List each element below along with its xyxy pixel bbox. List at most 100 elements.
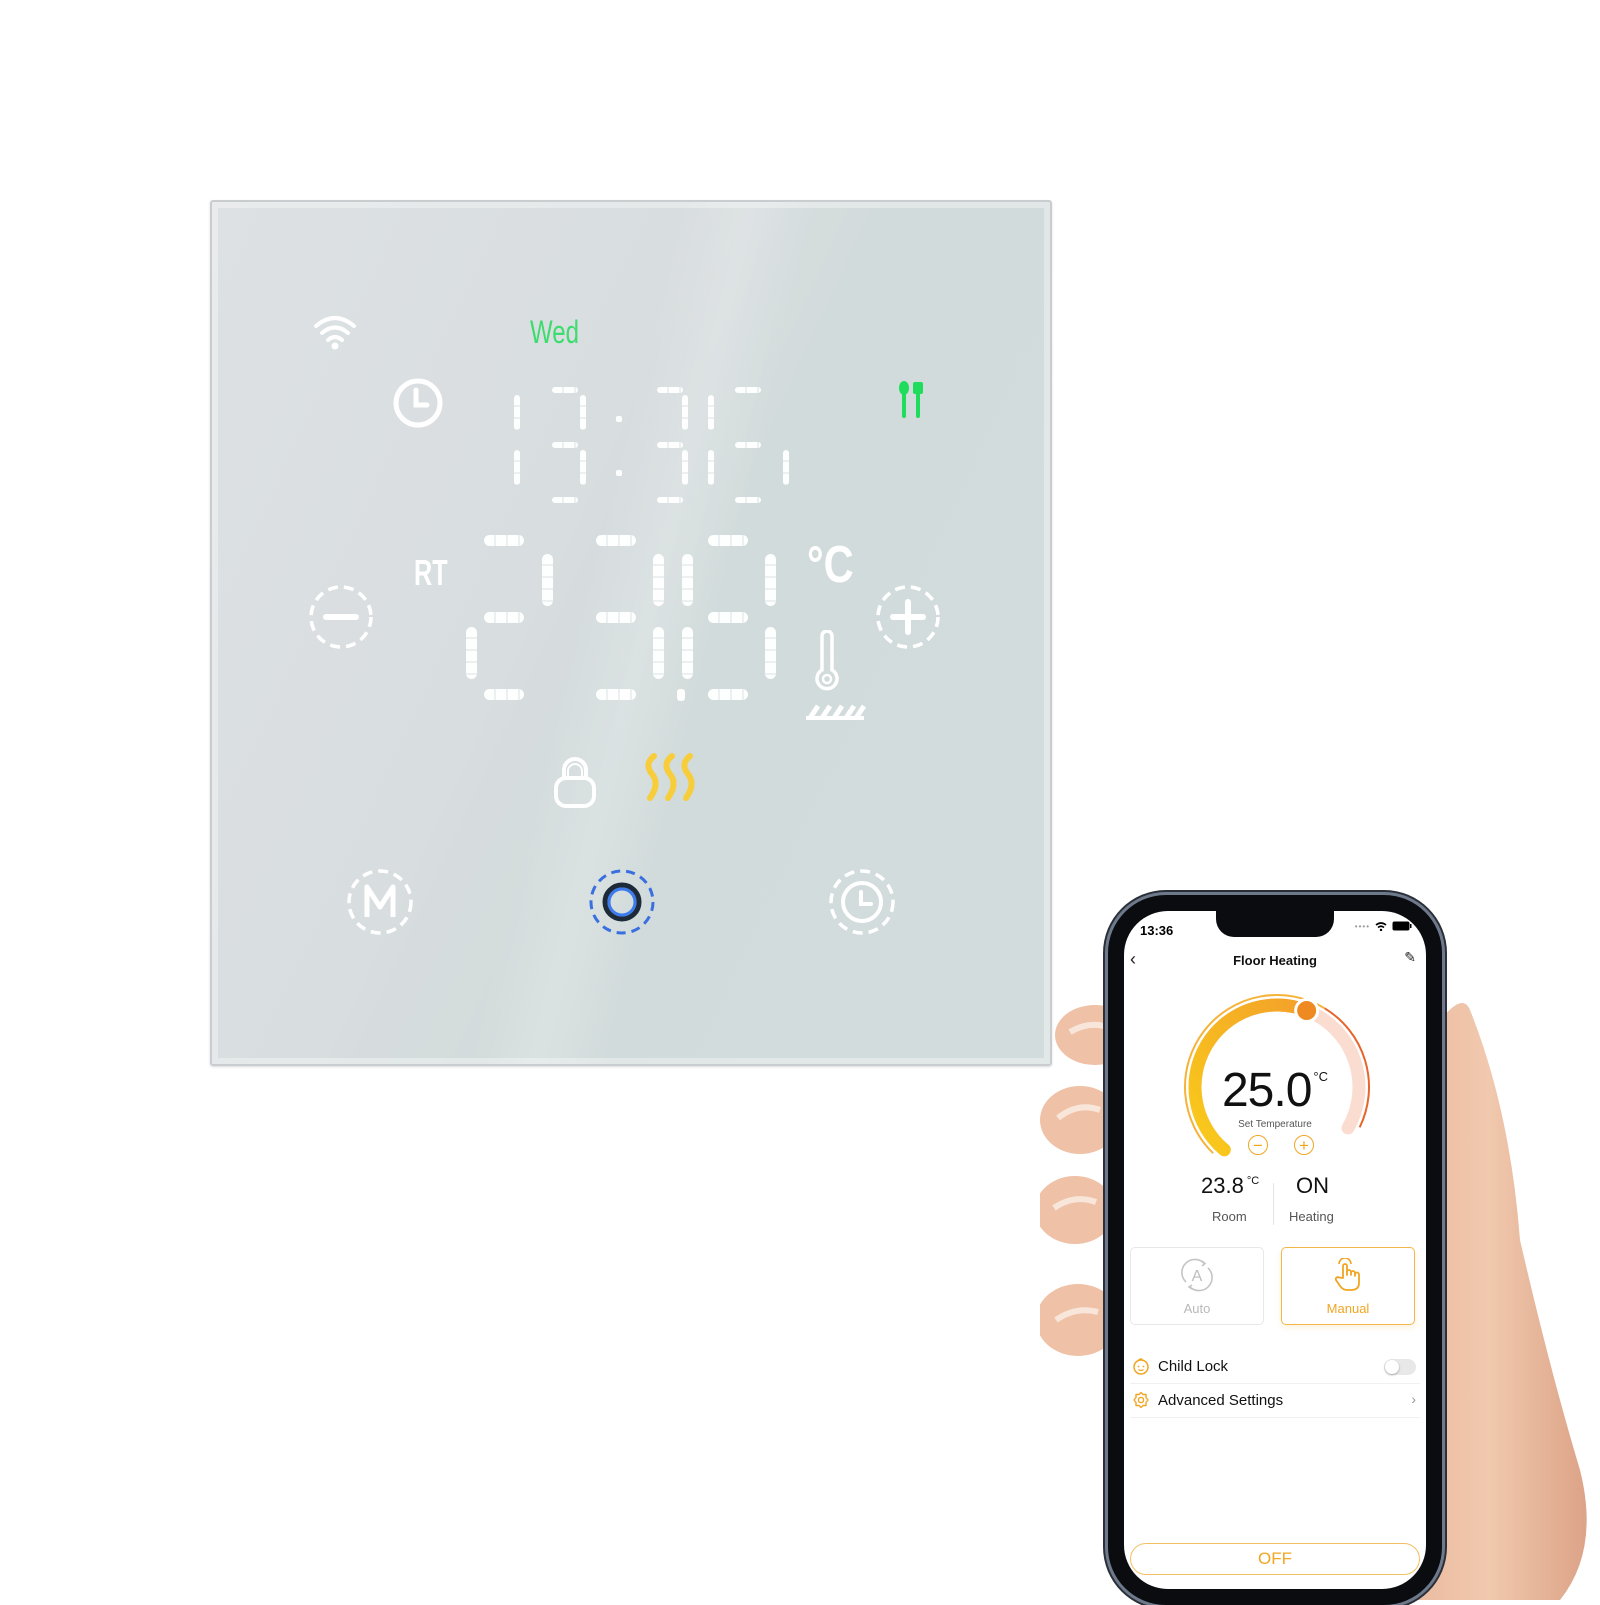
battery-icon — [1392, 921, 1412, 931]
chevron-right-icon: › — [1411, 1391, 1416, 1407]
segment — [735, 497, 761, 503]
child-lock-row: Child Lock — [1130, 1351, 1420, 1384]
decrease-button[interactable]: − — [1248, 1135, 1268, 1155]
toggle-knob — [1385, 1360, 1399, 1374]
mode-m-icon — [347, 869, 413, 935]
segment — [708, 612, 748, 623]
segment — [657, 442, 683, 448]
auto-mode-icon: A — [1181, 1258, 1213, 1292]
power-off-button[interactable]: OFF — [1130, 1543, 1420, 1575]
hand-pointer-icon — [1334, 1258, 1360, 1291]
plus-icon — [876, 585, 940, 649]
set-temperature-number: 25.0 — [1221, 1064, 1312, 1117]
set-temperature-unit: °C — [1313, 1069, 1328, 1084]
segment — [596, 689, 636, 700]
segment — [484, 689, 524, 700]
mode-manual-button[interactable]: Manual — [1281, 1247, 1415, 1325]
heating-label: Heating — [1289, 1209, 1334, 1224]
lock-icon — [554, 757, 596, 808]
heating-status-value: ON — [1296, 1173, 1329, 1198]
segment — [514, 450, 520, 485]
schedule-clock-icon — [829, 869, 895, 935]
segment — [580, 450, 586, 485]
room-temperature-value: 23.8 °C — [1201, 1173, 1259, 1199]
status-icons: •••• — [1355, 921, 1412, 931]
dial-knob[interactable] — [1294, 998, 1320, 1024]
mode-auto-label: Auto — [1183, 1301, 1211, 1316]
segment — [682, 627, 693, 679]
advanced-settings-row[interactable]: Advanced Settings › — [1130, 1385, 1420, 1418]
temp-unit: °C — [807, 536, 854, 594]
segment — [552, 442, 578, 448]
segment — [552, 387, 578, 393]
segment — [653, 627, 664, 679]
smartphone: 13:36 •••• ‹ Floor Heating ✎ 25.0 °C Set… — [1108, 895, 1442, 1605]
page-title: Floor Heating — [1233, 953, 1317, 968]
segment — [783, 450, 789, 485]
set-temperature-label: Set Temperature — [1238, 1119, 1312, 1130]
segment — [682, 554, 693, 606]
segment — [514, 395, 520, 430]
segment — [682, 450, 688, 485]
increase-temp-button[interactable] — [875, 584, 941, 650]
segment — [542, 554, 553, 606]
segment — [484, 612, 524, 623]
settings-gear-icon — [1133, 1391, 1149, 1409]
increase-button[interactable]: + — [1294, 1135, 1314, 1155]
set-temperature-value: 25.0 °C — [1124, 1063, 1426, 1118]
segment — [708, 689, 748, 700]
child-lock-label: Child Lock — [1158, 1358, 1229, 1375]
thermometer-icon — [815, 630, 839, 691]
segment — [657, 387, 683, 393]
segment — [552, 497, 578, 503]
status-time: 13:36 — [1140, 923, 1174, 938]
signal-dots-icon: •••• — [1354, 921, 1370, 931]
advanced-settings-label: Advanced Settings — [1158, 1392, 1284, 1409]
weekday-indicator: Wed — [530, 314, 579, 350]
power-ring-icon — [589, 869, 655, 935]
decimal-point — [677, 689, 685, 701]
stats-row: 23.8 °C Room ON Heating — [1124, 1173, 1426, 1233]
room-temperature-number: 23.8 — [1201, 1173, 1244, 1198]
room-label: Room — [1212, 1209, 1247, 1224]
heating-waves-icon — [645, 753, 695, 801]
minus-icon — [309, 585, 373, 649]
segment — [596, 612, 636, 623]
stats-divider — [1273, 1183, 1274, 1225]
schedule-button[interactable] — [827, 867, 897, 937]
fork-knife-icon — [899, 381, 923, 418]
clock-colon — [616, 416, 622, 422]
segment — [765, 554, 776, 606]
segment — [765, 627, 776, 679]
segment — [682, 395, 688, 430]
clock-colon — [616, 470, 622, 476]
mode-auto-button[interactable]: A Auto — [1130, 1247, 1264, 1325]
segment — [466, 627, 477, 679]
segment — [735, 387, 761, 393]
floor-heating-icon — [806, 704, 866, 720]
decrease-temp-button[interactable] — [308, 584, 374, 650]
segment — [708, 535, 748, 546]
segment — [596, 535, 636, 546]
wifi-status-icon — [1375, 921, 1387, 931]
power-button[interactable] — [587, 867, 657, 937]
thermostat-panel: Wed RT °C — [210, 200, 1052, 1066]
segment — [653, 554, 664, 606]
app-screen: 13:36 •••• ‹ Floor Heating ✎ 25.0 °C Set… — [1124, 911, 1426, 1589]
mode-button[interactable] — [345, 867, 415, 937]
child-face-icon — [1133, 1358, 1149, 1375]
svg-text:A: A — [1192, 1268, 1203, 1285]
room-temperature-unit: °C — [1246, 1175, 1260, 1187]
segment — [657, 497, 683, 503]
segment — [484, 535, 524, 546]
child-lock-toggle[interactable] — [1384, 1359, 1416, 1375]
mode-manual-label: Manual — [1326, 1301, 1370, 1316]
segment — [708, 395, 714, 430]
segment — [708, 450, 714, 485]
phone-notch — [1216, 911, 1334, 937]
edit-icon[interactable]: ✎ — [1404, 949, 1416, 966]
segment — [580, 395, 586, 430]
clock-icon — [393, 378, 443, 428]
wifi-icon — [314, 316, 356, 350]
segment — [735, 442, 761, 448]
